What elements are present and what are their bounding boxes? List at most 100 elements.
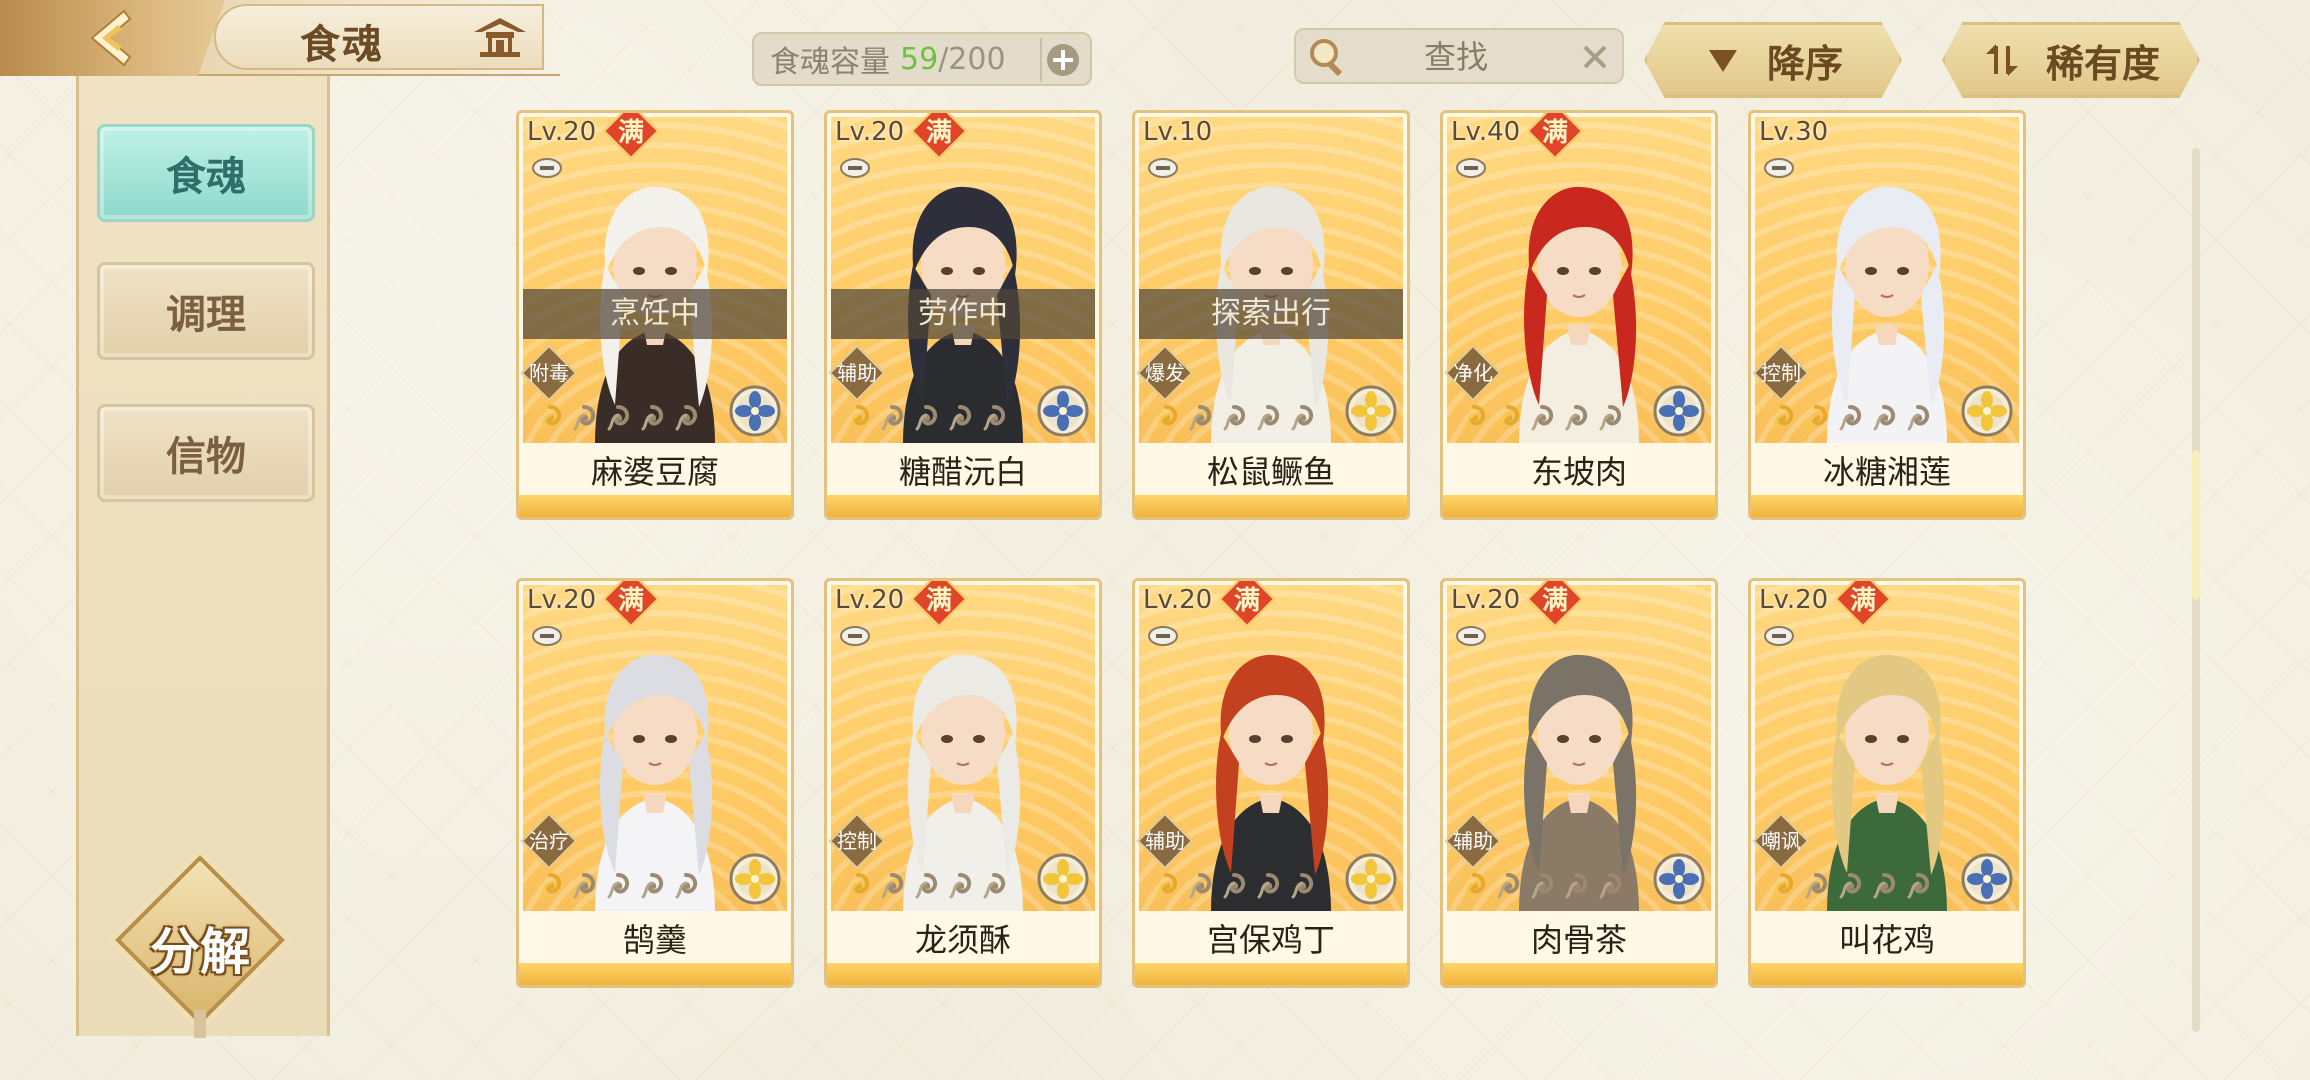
character-illustration xyxy=(1519,654,1639,911)
rarity-swirl-icon xyxy=(847,405,870,431)
max-level-badge-text: 满 xyxy=(1541,118,1568,148)
level-label: Lv.20 xyxy=(835,585,905,615)
rarity-swirl-icon xyxy=(1839,405,1862,431)
card-bottom-bar xyxy=(1443,495,1715,517)
food-soul-card[interactable]: Lv.30 控制 冰糖湘莲 xyxy=(1748,110,2026,520)
pavilion-icon xyxy=(474,18,526,57)
scrollbar-thumb[interactable] xyxy=(2192,450,2200,600)
swap-arrows-icon xyxy=(1985,44,2018,76)
max-level-badge-text: 满 xyxy=(617,118,644,148)
rarity-swirl-icon xyxy=(949,873,972,899)
search-input[interactable] xyxy=(1356,36,1556,78)
rarity-swirl-icon xyxy=(1531,405,1554,431)
capacity-max: 200 xyxy=(948,41,1006,77)
role-badge: 爆发 xyxy=(1136,344,1194,402)
search-box xyxy=(1294,28,1624,84)
minus-icon xyxy=(840,158,870,178)
max-level-badge-text: 满 xyxy=(925,118,952,148)
food-soul-card[interactable]: Lv.20 满 治疗 鹄羹 xyxy=(516,578,794,988)
food-soul-name: 松鼠鳜鱼 xyxy=(1206,453,1335,491)
food-soul-card[interactable]: Lv.40 满 净化 东坡肉 xyxy=(1440,110,1718,520)
search-icon xyxy=(1310,39,1343,77)
level-label: Lv.20 xyxy=(835,117,905,147)
gold-flower-icon xyxy=(1345,385,1397,437)
tab-cooking-label: 调理 xyxy=(166,291,246,338)
rarity-stars xyxy=(843,403,1009,433)
rarity-swirl-icon xyxy=(881,873,904,899)
character-illustration xyxy=(903,654,1023,911)
gold-flower-icon xyxy=(1345,853,1397,905)
sort-by-rarity-button[interactable]: 稀有度 xyxy=(1942,22,2200,98)
rarity-swirl-icon xyxy=(1873,873,1896,899)
tassel-ornament xyxy=(194,1010,206,1038)
rarity-stars xyxy=(1459,403,1625,433)
rarity-swirl-icon xyxy=(573,873,596,899)
food-soul-card[interactable]: Lv.20 满 控制 龙须酥 xyxy=(824,578,1102,988)
role-badge: 辅助 xyxy=(1136,812,1194,870)
rarity-stars xyxy=(843,871,1009,901)
expand-capacity-button[interactable] xyxy=(1040,38,1084,82)
rarity-swirl-icon xyxy=(1257,873,1280,899)
level-label: Lv.20 xyxy=(1143,585,1213,615)
rarity-stars xyxy=(1151,403,1317,433)
role-label: 控制 xyxy=(837,829,877,853)
rarity-swirl-icon xyxy=(1907,405,1930,431)
food-soul-name: 麻婆豆腐 xyxy=(590,453,719,491)
minus-icon xyxy=(1764,626,1794,646)
tab-tokens-label: 信物 xyxy=(166,433,246,480)
rarity-swirl-icon xyxy=(1223,873,1246,899)
card-bottom-bar xyxy=(1135,963,1407,985)
back-arrow-icon xyxy=(89,9,131,67)
rarity-swirl-icon xyxy=(1873,405,1896,431)
food-soul-card[interactable]: Lv.20 满 烹饪中 附毒 麻婆豆腐 xyxy=(516,110,794,520)
rarity-stars xyxy=(1459,871,1625,901)
minus-icon xyxy=(1456,158,1486,178)
food-soul-name: 宫保鸡丁 xyxy=(1206,921,1335,959)
rarity-swirl-icon xyxy=(949,405,972,431)
rarity-swirl-icon xyxy=(1155,873,1178,899)
decompose-label: 分解 xyxy=(150,922,250,981)
rarity-swirl-icon xyxy=(1805,405,1828,431)
food-soul-card[interactable]: Lv.20 满 嘲讽 叫花鸡 xyxy=(1748,578,2026,988)
food-soul-card[interactable]: Lv.20 满 辅助 xyxy=(1132,578,1410,988)
rarity-swirl-icon xyxy=(915,405,938,431)
role-badge: 净化 xyxy=(1444,344,1502,402)
max-level-badge-text: 满 xyxy=(1541,586,1568,616)
food-soul-card[interactable]: Lv.20 满 辅助 xyxy=(1440,578,1718,988)
role-badge: 附毒 xyxy=(520,344,578,402)
level-label: Lv.20 xyxy=(527,585,597,615)
tab-food-souls[interactable]: 食魂 xyxy=(97,124,315,222)
rarity-swirl-icon xyxy=(983,873,1006,899)
food-soul-name: 冰糖湘莲 xyxy=(1822,453,1951,491)
level-label: Lv.10 xyxy=(1143,117,1213,147)
rarity-swirl-icon xyxy=(1531,873,1554,899)
sort-by-rarity-label: 稀有度 xyxy=(2045,40,2160,86)
card-bottom-bar xyxy=(827,963,1099,985)
food-soul-card[interactable]: Lv.20 满 劳作中 辅助 糖醋沅白 xyxy=(824,110,1102,520)
sort-order-button[interactable]: 降序 xyxy=(1644,22,1902,98)
blue-flower-icon xyxy=(1037,385,1089,437)
rarity-swirl-icon xyxy=(915,873,938,899)
status-band: 劳作中 xyxy=(831,289,1095,339)
blue-flower-icon xyxy=(1961,853,2013,905)
rarity-swirl-icon xyxy=(675,873,698,899)
tab-cooking[interactable]: 调理 xyxy=(97,262,315,360)
minus-icon xyxy=(1148,626,1178,646)
status-band: 探索出行 xyxy=(1139,289,1403,339)
card-bottom-bar xyxy=(1751,963,2023,985)
role-label: 爆发 xyxy=(1145,361,1185,385)
food-soul-card[interactable]: Lv.10 探索出行 爆发 松鼠鳜鱼 xyxy=(1132,110,1410,520)
minus-icon xyxy=(1456,626,1486,646)
close-icon[interactable] xyxy=(1580,42,1610,72)
tab-tokens[interactable]: 信物 xyxy=(97,404,315,502)
back-button[interactable] xyxy=(0,0,225,76)
page-title: 食魂 xyxy=(300,21,384,68)
rarity-swirl-icon xyxy=(1257,405,1280,431)
role-badge: 辅助 xyxy=(1444,812,1502,870)
decompose-button[interactable]: 分解 xyxy=(115,855,285,1038)
rarity-stars xyxy=(1767,871,1933,901)
minus-icon xyxy=(1764,158,1794,178)
card-bottom-bar xyxy=(1135,495,1407,517)
level-label: Lv.20 xyxy=(1759,585,1829,615)
rarity-stars xyxy=(1767,403,1933,433)
